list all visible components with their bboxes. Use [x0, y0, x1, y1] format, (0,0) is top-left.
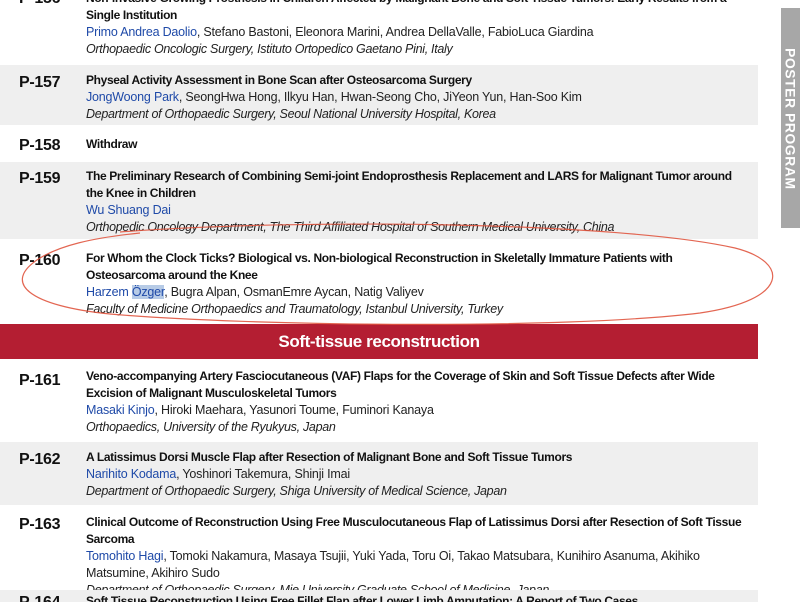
- poster-number: P-161: [19, 372, 61, 389]
- section-title: Soft-tissue reconstruction: [278, 331, 480, 351]
- poster-entry-p161: P-161 Veno-accompanying Artery Fasciocut…: [0, 362, 758, 442]
- poster-affiliation: Orthopaedics, University of the Ryukyus,…: [86, 420, 336, 434]
- poster-number: P-157: [19, 74, 61, 91]
- poster-authors: Narihito Kodama, Yoshinori Takemura, Shi…: [86, 466, 748, 483]
- poster-title: Physeal Activity Assessment in Bone Scan…: [86, 73, 472, 87]
- poster-title: For Whom the Clock Ticks? Biological vs.…: [86, 251, 673, 282]
- coauthors: , Hiroki Maehara, Yasunori Toume, Fumino…: [154, 403, 434, 417]
- presenter-name[interactable]: Masaki Kinjo: [86, 403, 155, 417]
- poster-authors: Wu Shuang Dai: [86, 202, 748, 219]
- poster-authors: Tomohito Hagi, Tomoki Nakamura, Masaya T…: [86, 548, 748, 582]
- poster-entry-p164: P-164 Soft Tissue Reconstruction Using F…: [0, 590, 758, 602]
- coauthors: , Stefano Bastoni, Eleonora Marini, Andr…: [196, 25, 594, 39]
- side-tab-label: POSTER PROGRAM: [782, 48, 799, 190]
- presenter-name[interactable]: Harzem: [86, 285, 132, 299]
- poster-authors: JongWoong Park, SeongHwa Hong, Ilkyu Han…: [86, 89, 748, 106]
- poster-title: Clinical Outcome of Reconstruction Using…: [86, 515, 742, 546]
- presenter-name[interactable]: Narihito Kodama: [86, 467, 176, 481]
- section-header: Soft-tissue reconstruction: [0, 324, 758, 359]
- coauthors: , SeongHwa Hong, Ilkyu Han, Hwan-Seong C…: [178, 90, 582, 104]
- poster-title: The Preliminary Research of Combining Se…: [86, 169, 732, 200]
- presenter-name[interactable]: Primo Andrea Daolio: [86, 25, 197, 39]
- program-page: P-156 Non-invasive Growing Prosthesis in…: [0, 0, 800, 602]
- poster-entry-p160: P-160 For Whom the Clock Ticks? Biologic…: [0, 242, 758, 322]
- coauthors: , Yoshinori Takemura, Shinji Imai: [176, 467, 350, 481]
- poster-affiliation: Orthopedic Oncology Department, The Thir…: [86, 220, 615, 234]
- poster-title: Withdraw: [86, 137, 138, 151]
- poster-entry-p158: P-158 Withdraw: [0, 128, 758, 160]
- poster-title: Soft Tissue Reconstruction Using Free Fi…: [86, 594, 638, 602]
- poster-title: A Latissimus Dorsi Muscle Flap after Res…: [86, 450, 573, 464]
- poster-title: Non-invasive Growing Prosthesis in Child…: [86, 0, 727, 22]
- poster-number: P-164: [19, 594, 61, 602]
- poster-number: P-158: [19, 137, 61, 154]
- poster-affiliation: Department of Orthopaedic Surgery, Shiga…: [86, 484, 507, 498]
- poster-entry-p159: P-159 The Preliminary Research of Combin…: [0, 162, 758, 239]
- presenter-name[interactable]: JongWoong Park: [86, 90, 179, 104]
- coauthors: , Bugra Alpan, OsmanEmre Aycan, Natig Va…: [164, 285, 424, 299]
- poster-authors: Primo Andrea Daolio, Stefano Bastoni, El…: [86, 24, 748, 41]
- poster-affiliation: Department of Orthopaedic Surgery, Seoul…: [86, 107, 496, 121]
- poster-number: P-159: [19, 170, 61, 187]
- poster-entry-p156: P-156 Non-invasive Growing Prosthesis in…: [0, 0, 758, 62]
- presenter-name[interactable]: Wu Shuang Dai: [86, 203, 171, 217]
- poster-number: P-162: [19, 451, 61, 468]
- poster-title: Veno-accompanying Artery Fasciocutaneous…: [86, 369, 715, 400]
- poster-authors: Harzem Özger, Bugra Alpan, OsmanEmre Ayc…: [86, 284, 748, 301]
- poster-number: P-160: [19, 252, 61, 269]
- poster-entry-p157: P-157 Physeal Activity Assessment in Bon…: [0, 65, 758, 125]
- poster-number: P-156: [19, 0, 61, 8]
- poster-affiliation: Orthopaedic Oncologic Surgery, Istituto …: [86, 42, 453, 56]
- coauthors: , Tomoki Nakamura, Masaya Tsujii, Yuki Y…: [86, 549, 700, 580]
- highlighted-surname[interactable]: Özger: [131, 285, 164, 299]
- poster-number: P-163: [19, 516, 61, 533]
- poster-entry-p162: P-162 A Latissimus Dorsi Muscle Flap aft…: [0, 442, 758, 505]
- poster-authors: Masaki Kinjo, Hiroki Maehara, Yasunori T…: [86, 402, 748, 419]
- poster-entry-p163: P-163 Clinical Outcome of Reconstruction…: [0, 507, 758, 597]
- presenter-name[interactable]: Tomohito Hagi: [86, 549, 164, 563]
- poster-affiliation: Faculty of Medicine Orthopaedics and Tra…: [86, 302, 503, 316]
